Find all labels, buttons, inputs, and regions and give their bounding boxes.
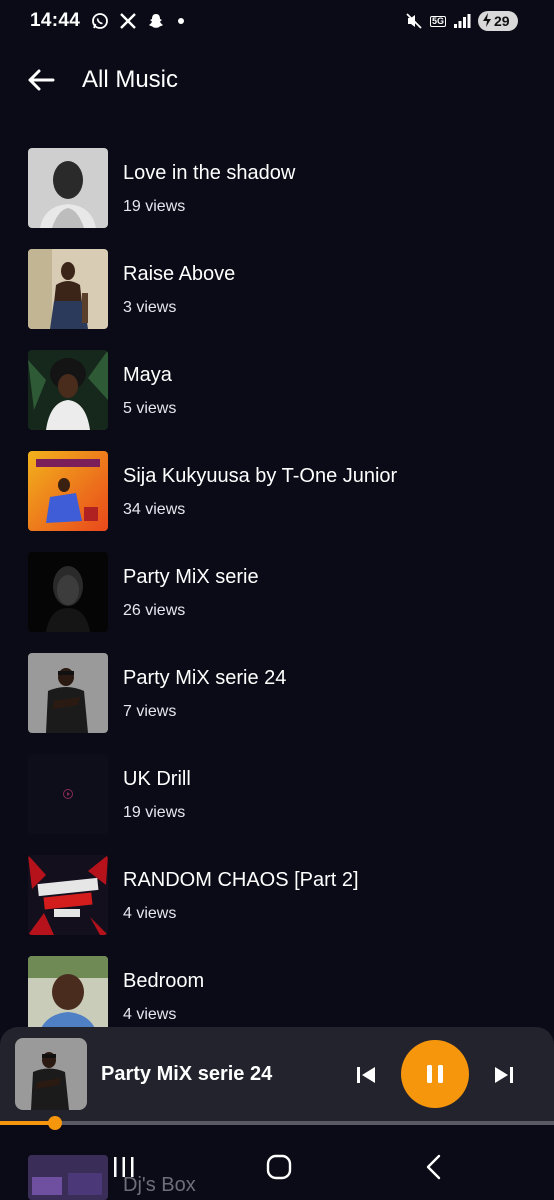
next-button[interactable] (484, 1057, 524, 1093)
track-item[interactable]: Party MiX serie 26 views (0, 552, 554, 653)
player-title: Party MiX serie 24 (101, 1063, 273, 1085)
track-item[interactable]: Raise Above 3 views (0, 249, 554, 350)
track-item[interactable]: Party MiX serie 24 7 views (0, 653, 554, 754)
5g-icon: 5G (429, 15, 446, 27)
track-item[interactable]: Sija Kukyuusa by T-One Junior 34 views (0, 451, 554, 552)
previous-button[interactable] (346, 1057, 386, 1093)
track-views: 26 views (123, 602, 186, 619)
track-title: RANDOM CHAOS [Part 2] (123, 869, 359, 891)
track-cover (28, 350, 108, 430)
x-icon (118, 11, 138, 31)
track-cover (28, 653, 108, 733)
status-time: 14:44 (30, 10, 81, 31)
battery-indicator: 29 (478, 11, 518, 31)
track-title: Bedroom (123, 970, 205, 992)
track-item[interactable]: RANDOM CHAOS [Part 2] 4 views (0, 855, 554, 956)
track-cover (28, 552, 108, 632)
track-list: Love in the shadow 19 views Raise Above … (0, 148, 554, 1057)
status-bar: 14:44 5G 29 (0, 0, 554, 44)
track-views: 4 views (123, 1006, 177, 1023)
track-cover (28, 451, 108, 531)
pause-button[interactable] (401, 1040, 469, 1108)
notification-dot (178, 18, 184, 24)
skip-next-icon (495, 1067, 513, 1083)
track-title: Party MiX serie 24 (123, 667, 287, 689)
track-views: 3 views (123, 299, 177, 316)
track-title: Raise Above (123, 263, 236, 285)
track-views: 34 views (123, 501, 186, 518)
track-title: Love in the shadow (123, 162, 296, 184)
home-icon (266, 1154, 292, 1180)
home-button[interactable] (249, 1149, 309, 1185)
skip-previous-icon (357, 1067, 375, 1083)
mute-icon (404, 11, 424, 31)
track-views: 5 views (123, 400, 177, 417)
back-chevron-icon (426, 1154, 441, 1180)
page-title: All Music (82, 66, 179, 93)
track-cover (28, 956, 108, 1036)
progress-fill (0, 1121, 56, 1125)
system-nav-bar (0, 1135, 554, 1200)
track-title: Maya (123, 364, 172, 386)
progress-knob[interactable] (48, 1116, 63, 1130)
track-views: 19 views (123, 804, 186, 821)
track-views: 7 views (123, 703, 177, 720)
track-title: Party MiX serie (123, 566, 259, 588)
track-item[interactable]: Maya 5 views (0, 350, 554, 451)
track-item[interactable]: Love in the shadow 19 views (0, 148, 554, 249)
recents-icon (114, 1157, 134, 1177)
track-cover (28, 754, 108, 834)
track-views: 4 views (123, 905, 177, 922)
snapchat-icon (146, 11, 166, 31)
player-cover (15, 1038, 87, 1110)
signal-icon (452, 11, 472, 31)
track-title: Sija Kukyuusa by T-One Junior (123, 465, 398, 487)
whatsapp-icon (90, 11, 110, 31)
battery-level: 29 (494, 13, 510, 29)
recents-button[interactable] (94, 1149, 154, 1185)
playback-progress-bar[interactable] (0, 1116, 554, 1130)
track-cover (28, 855, 108, 935)
back-button[interactable] (22, 64, 60, 96)
mini-player[interactable]: Party MiX serie 24 (0, 1027, 554, 1123)
arrow-left-icon (28, 69, 55, 91)
track-item[interactable]: UK Drill 19 views (0, 754, 554, 855)
track-cover (28, 148, 108, 228)
track-cover (28, 249, 108, 329)
system-back-button[interactable] (404, 1149, 464, 1185)
app-header: All Music (0, 56, 554, 106)
track-title: UK Drill (123, 768, 191, 790)
track-views: 19 views (123, 198, 186, 215)
battery-charging-icon (482, 12, 492, 30)
pause-icon (427, 1065, 443, 1083)
